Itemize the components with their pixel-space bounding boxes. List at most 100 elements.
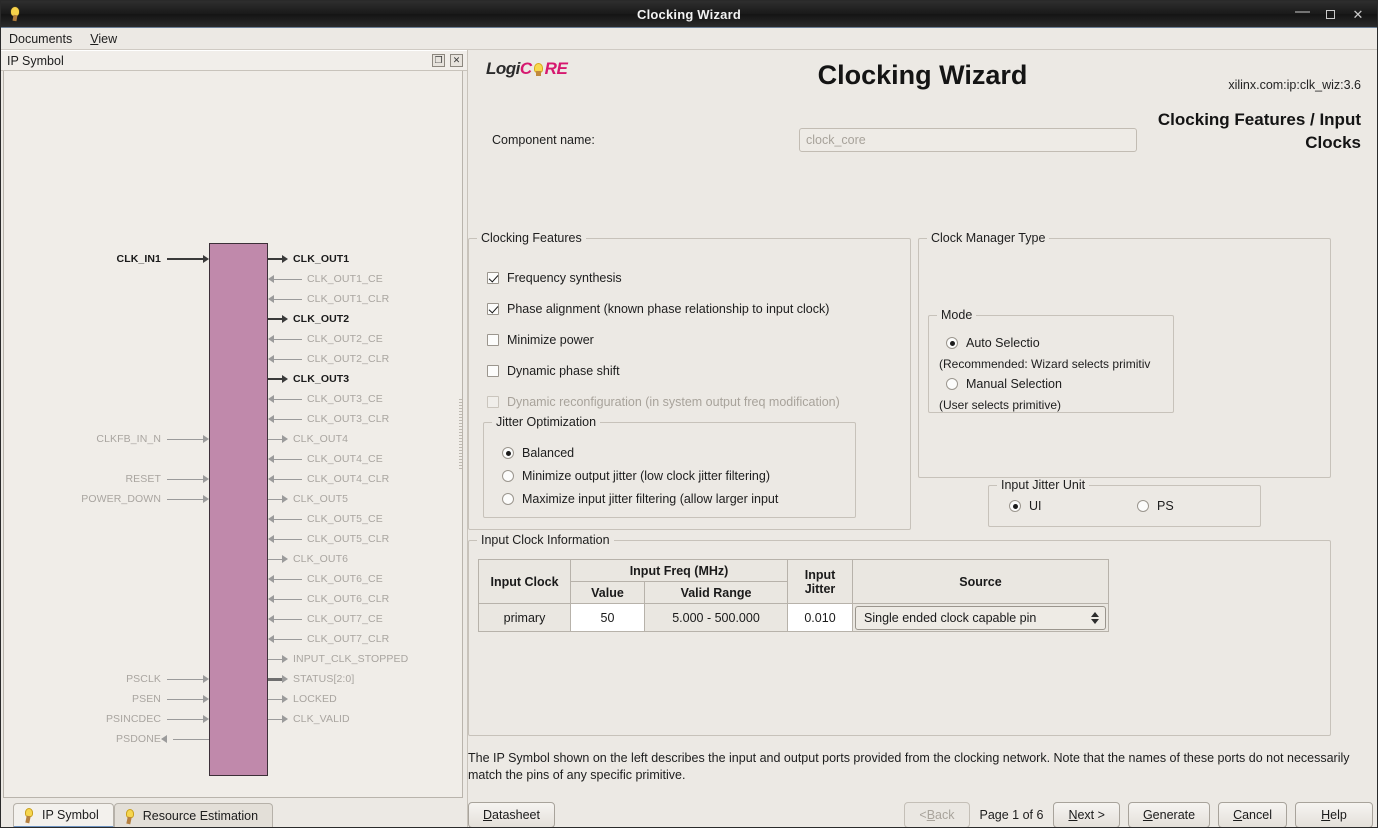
- checkbox-label: Phase alignment (known phase relationshi…: [507, 302, 830, 316]
- spinner-arrows-icon[interactable]: [1087, 608, 1103, 628]
- component-name-label: Component name:: [492, 133, 595, 147]
- radio-maximize-input-jitter[interactable]: Maximize input jitter filtering (allow l…: [502, 492, 778, 506]
- port-label: CLK_OUT5_CE: [307, 513, 383, 525]
- port-clk_out5_clr: CLK_OUT5_CLR: [268, 532, 389, 546]
- dock-header: IP Symbol ❐ ✕: [1, 50, 467, 71]
- port-label: CLK_OUT6: [293, 553, 349, 565]
- radio-icon: [1009, 500, 1021, 512]
- checkbox-icon: [487, 334, 499, 346]
- checkbox-icon: [487, 396, 499, 408]
- window-title: Clocking Wizard: [636, 6, 741, 22]
- menu-item-view[interactable]: View: [90, 32, 117, 46]
- close-button[interactable]: ✕: [1351, 8, 1365, 21]
- header-input-freq: Input Freq (MHz): [570, 559, 788, 582]
- port-label: CLK_OUT7_CLR: [307, 633, 390, 645]
- dock-tab-bar: IP Symbol Resource Estimation: [1, 798, 467, 827]
- checkbox-label: Minimize power: [507, 333, 594, 347]
- minimize-button[interactable]: —: [1295, 4, 1310, 19]
- checkbox-phase-alignment[interactable]: Phase alignment (known phase relationshi…: [487, 302, 829, 316]
- checkbox-minimize-power[interactable]: Minimize power: [487, 333, 594, 347]
- cancel-button[interactable]: Cancel: [1218, 802, 1287, 827]
- wizard-page: LogiC RE Clocking Wizard xilinx.com:ip:cl…: [467, 50, 1377, 827]
- menu-item-documents[interactable]: Documents: [9, 32, 72, 46]
- page-indicator: Page 1 of 6: [979, 808, 1044, 822]
- port-clk_out2_ce: CLK_OUT2_CE: [268, 332, 383, 346]
- generate-button[interactable]: Generate: [1127, 802, 1211, 827]
- arrow-icon: [282, 495, 288, 503]
- arrow-icon: [203, 675, 209, 683]
- radio-balanced[interactable]: Balanced: [502, 446, 574, 460]
- ip-version-label: xilinx.com:ip:clk_wiz:3.6: [1228, 78, 1361, 92]
- tab-label: IP Symbol: [42, 808, 99, 822]
- port-label: CLK_OUT1_CE: [307, 273, 383, 285]
- header-input-jitter: Input Jitter: [787, 559, 853, 604]
- lightbulb-icon: [123, 808, 137, 824]
- port-label: RESET: [125, 473, 161, 485]
- tab-ip-symbol[interactable]: IP Symbol: [13, 803, 114, 827]
- group-title: Jitter Optimization: [492, 415, 601, 429]
- cell-input-clock: primary: [478, 603, 571, 632]
- port-status20: STATUS[2:0]: [268, 672, 354, 686]
- next-button[interactable]: Next >: [1053, 802, 1120, 827]
- lightbulb-icon: [22, 807, 36, 823]
- radio-icon: [946, 337, 958, 349]
- table-row: primary 50 5.000 - 500.000 0.010 Single …: [478, 603, 1109, 632]
- port-psdone: PSDONE: [4, 732, 209, 746]
- port-label: STATUS[2:0]: [293, 673, 355, 685]
- help-button[interactable]: Help: [1295, 802, 1373, 827]
- header-value: Value: [570, 581, 645, 604]
- checkbox-dynamic-reconfiguration: Dynamic reconfiguration (in system outpu…: [487, 395, 840, 409]
- radio-manual-selection[interactable]: Manual Selection: [946, 377, 1062, 391]
- radio-label: Maximize input jitter filtering (allow l…: [522, 492, 779, 506]
- checkbox-icon: [487, 303, 499, 315]
- component-name-input[interactable]: clock_core: [799, 128, 1137, 152]
- radio-unit-ps[interactable]: PS: [1137, 499, 1174, 513]
- panel-splitter[interactable]: [458, 71, 462, 797]
- port-clk_valid: CLK_VALID: [268, 712, 350, 726]
- maximize-button[interactable]: [1323, 8, 1337, 21]
- port-label: CLK_OUT3: [293, 373, 350, 385]
- port-clk_in1: CLK_IN1: [4, 252, 209, 266]
- source-dropdown[interactable]: Single ended clock capable pin: [855, 605, 1106, 630]
- ip-symbol-block: [209, 243, 268, 776]
- arrow-icon: [203, 495, 209, 503]
- group-title: Input Clock Information: [477, 533, 614, 547]
- port-clk_out4_ce: CLK_OUT4_CE: [268, 452, 383, 466]
- port-label: CLK_IN1: [116, 253, 161, 265]
- ip-symbol-dock: IP Symbol ❐ ✕ CLK_IN1 CLKFB_IN_N RESET POWE…: [1, 50, 467, 827]
- arrow-icon: [282, 715, 288, 723]
- arrow-icon: [282, 435, 288, 443]
- checkbox-frequency-synthesis[interactable]: Frequency synthesis: [487, 271, 622, 285]
- radio-auto-selection[interactable]: Auto Selectio: [946, 336, 1171, 350]
- header-valid-range: Valid Range: [644, 581, 788, 604]
- radio-unit-ui[interactable]: UI: [1009, 499, 1042, 513]
- port-clk_out1: CLK_OUT1: [268, 252, 349, 266]
- splitter-grip: [459, 399, 462, 469]
- title-bar: Clocking Wizard — ✕: [1, 1, 1377, 28]
- menu-bar: Documents View: [1, 28, 1377, 50]
- close-icon[interactable]: ✕: [450, 54, 463, 67]
- port-clk_out3: CLK_OUT3: [268, 372, 349, 386]
- port-clk_out6: CLK_OUT6: [268, 552, 348, 566]
- input-clock-table: Input Clock Input Freq (MHz) Input Jitte…: [478, 559, 1109, 632]
- arrow-icon: [282, 655, 288, 663]
- radio-label: Manual Selection: [966, 377, 1062, 391]
- port-clk_out2: CLK_OUT2: [268, 312, 349, 326]
- cell-source: Single ended clock capable pin: [852, 603, 1109, 632]
- port-clk_out6_clr: CLK_OUT6_CLR: [268, 592, 389, 606]
- radio-icon: [502, 470, 514, 482]
- cell-value[interactable]: 50: [570, 603, 645, 632]
- float-icon[interactable]: ❐: [432, 54, 445, 67]
- port-label: CLK_OUT4_CLR: [307, 473, 390, 485]
- port-label: PSEN: [132, 693, 161, 705]
- group-title: Mode: [937, 308, 977, 322]
- port-label: CLK_OUT1: [293, 253, 350, 265]
- checkbox-dynamic-phase-shift[interactable]: Dynamic phase shift: [487, 364, 620, 378]
- cell-input-jitter[interactable]: 0.010: [787, 603, 853, 632]
- radio-minimize-output-jitter[interactable]: Minimize output jitter (low clock jitter…: [502, 469, 770, 483]
- tab-resource-estimation[interactable]: Resource Estimation: [113, 803, 274, 827]
- port-label: CLK_VALID: [293, 713, 350, 725]
- body-split: IP Symbol ❐ ✕ CLK_IN1 CLKFB_IN_N RESET POWE…: [1, 50, 1377, 827]
- datasheet-button[interactable]: Datasheet: [468, 802, 555, 827]
- checkbox-label: Frequency synthesis: [507, 271, 622, 285]
